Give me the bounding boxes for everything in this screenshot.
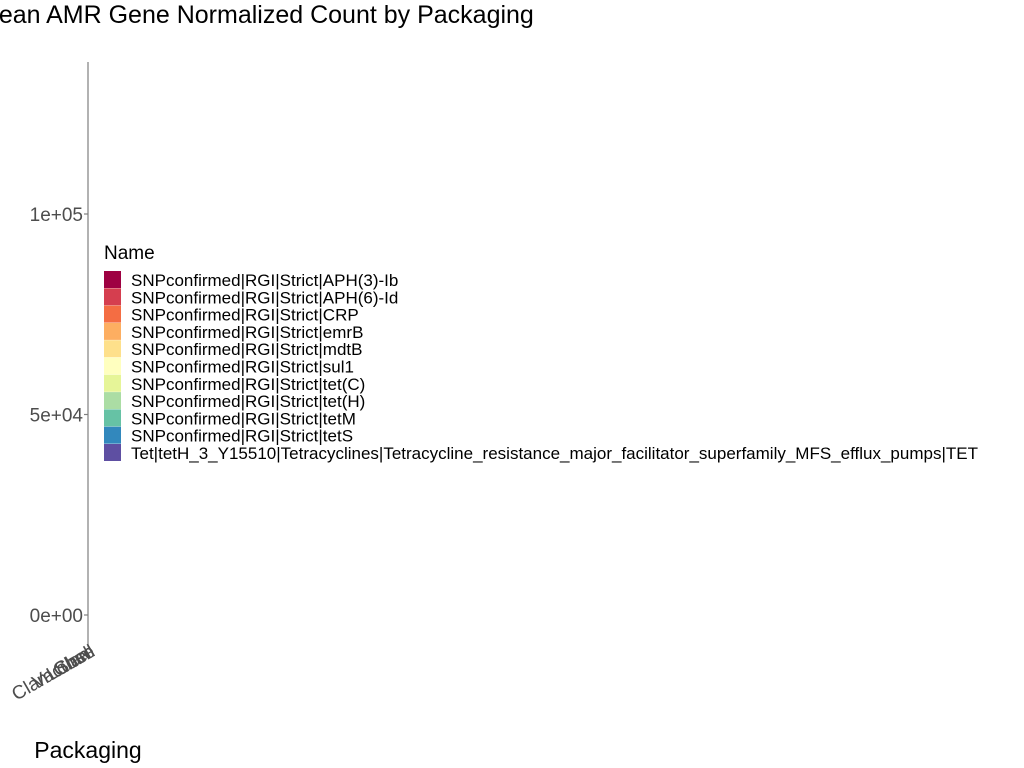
legend-label: SNPconfirmed|RGI|Strict|tet(C) — [131, 375, 365, 394]
legend-entries: SNPconfirmed|RGI|Strict|APH(3)-IbSNPconf… — [104, 271, 978, 463]
legend-swatch — [104, 357, 121, 375]
y-tick-label: 5e+04 — [30, 406, 84, 427]
legend-label: SNPconfirmed|RGI|Strict|APH(3)-Ib — [131, 271, 398, 290]
legend-label: SNPconfirmed|RGI|Strict|emrB — [131, 323, 363, 342]
x-axis-ticks: ClamClam ShellLooseVacuum — [8, 641, 98, 705]
y-axis-ticks: 0e+00 5e+04 1e+05 — [30, 205, 88, 627]
legend-label: SNPconfirmed|RGI|Strict|APH(6)-Id — [131, 288, 398, 307]
legend-label: SNPconfirmed|RGI|Strict|mdtB — [131, 340, 362, 359]
chart-title: Mean AMR Gene Normalized Count by Packag… — [0, 1, 534, 29]
legend-swatch — [104, 305, 121, 323]
legend-swatch — [104, 340, 121, 358]
legend-title: Name — [104, 243, 155, 264]
y-tick-label: 0e+00 — [30, 606, 83, 627]
legend-swatch — [104, 322, 121, 340]
legend-label: SNPconfirmed|RGI|Strict|sul1 — [131, 358, 354, 377]
legend-label: SNPconfirmed|RGI|Strict|tetM — [131, 409, 356, 428]
legend-swatch — [104, 409, 121, 427]
legend-swatch — [104, 374, 121, 392]
legend-label: Tet|tetH_3_Y15510|Tetracyclines|Tetracyc… — [131, 444, 978, 463]
legend: Name SNPconfirmed|RGI|Strict|APH(3)-IbSN… — [104, 243, 978, 463]
x-tick-label: Vacuum — [29, 641, 99, 693]
legend-swatch — [104, 392, 121, 410]
legend-swatch — [104, 288, 121, 306]
legend-swatch — [104, 444, 121, 461]
legend-swatch — [104, 426, 121, 444]
legend-label: SNPconfirmed|RGI|Strict|CRP — [131, 306, 359, 325]
legend-label: SNPconfirmed|RGI|Strict|tet(H) — [131, 392, 365, 411]
legend-swatch — [104, 271, 121, 288]
legend-label: SNPconfirmed|RGI|Strict|tetS — [131, 427, 353, 446]
y-tick-label: 1e+05 — [30, 205, 83, 226]
bar-chart: Mean AMR Gene Normalized Count by Packag… — [0, 1, 978, 763]
x-axis-title: Packaging — [34, 737, 141, 763]
